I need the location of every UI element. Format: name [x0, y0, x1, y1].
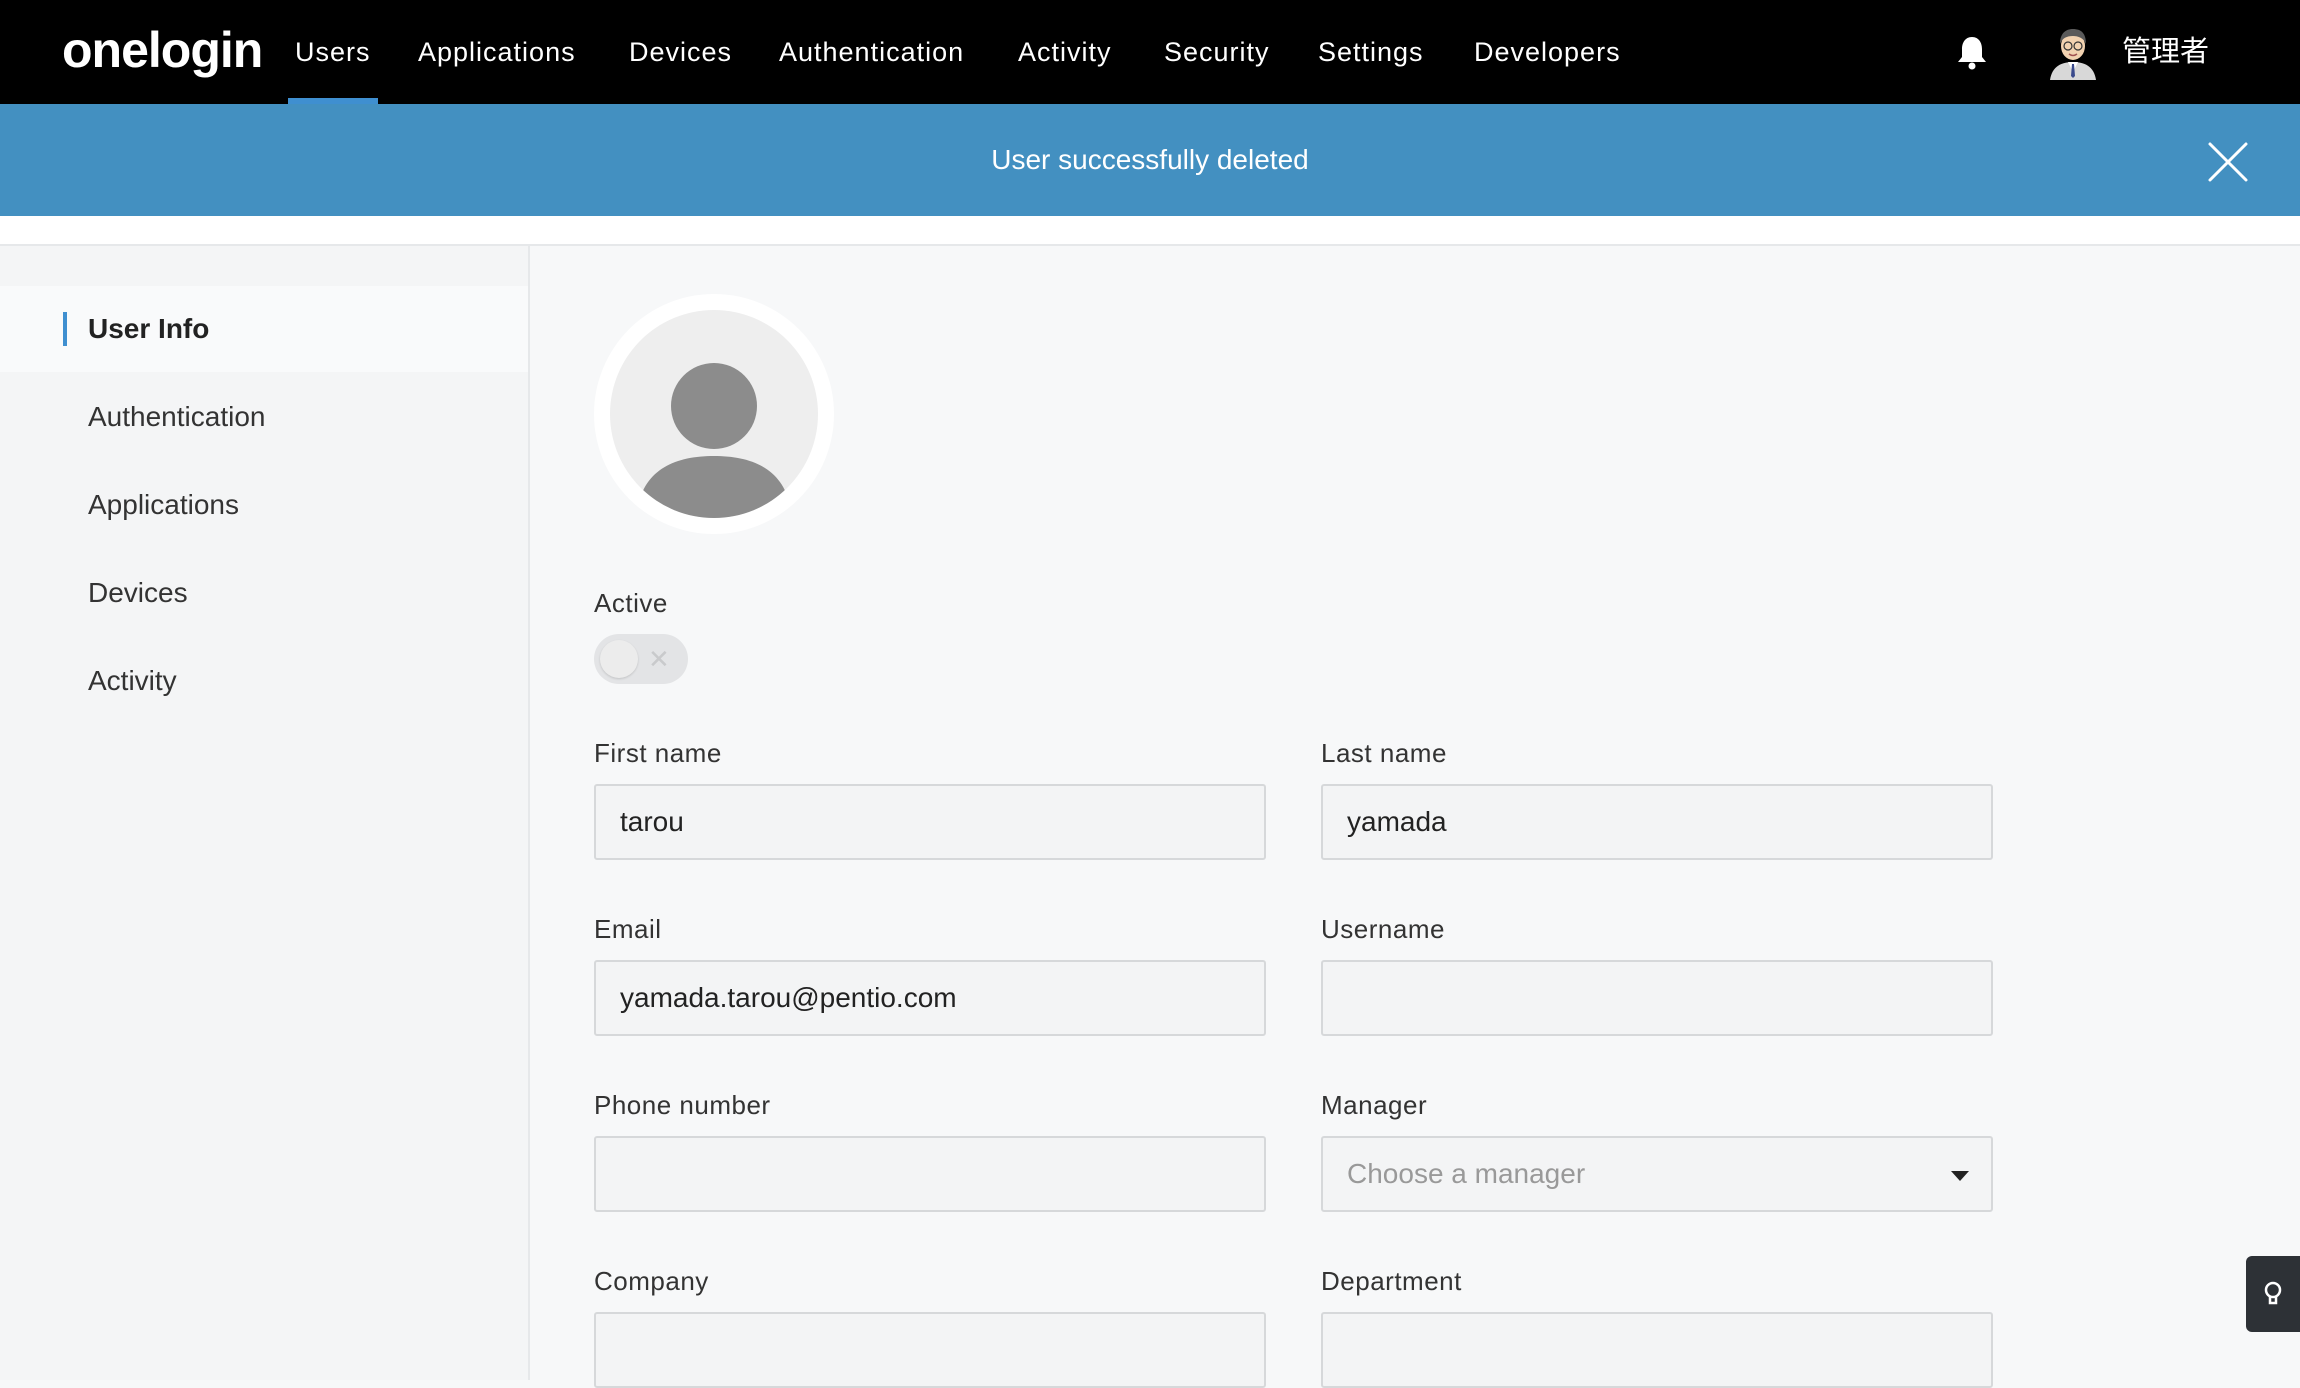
company-field[interactable] [594, 1312, 1266, 1388]
phone-label: Phone number [594, 1090, 771, 1120]
first-name-label: First name [594, 738, 722, 768]
header-strip [0, 216, 2300, 246]
last-name-field[interactable]: yamada [1321, 784, 1993, 860]
lightbulb-icon [2264, 1281, 2282, 1305]
email-label: Email [594, 914, 662, 944]
sidebar: User Info Authentication Applications De… [0, 246, 530, 1380]
department-field[interactable] [1321, 1312, 1993, 1388]
manager-select[interactable]: Choose a manager [1321, 1136, 1993, 1212]
toggle-off-icon: ✕ [648, 644, 670, 674]
notification-banner: User successfully deleted [0, 104, 2300, 216]
manager-placeholder: Choose a manager [1347, 1158, 1586, 1189]
profile-photo[interactable] [594, 294, 834, 534]
first-name-field[interactable]: tarou [594, 784, 1266, 860]
avatar-icon[interactable] [2044, 22, 2102, 80]
nav-developers[interactable]: Developers [1474, 0, 1621, 104]
user-name[interactable]: 管理者 [2122, 0, 2209, 104]
toggle-knob [600, 640, 638, 678]
nav-users[interactable]: Users [295, 0, 371, 104]
company-label: Company [594, 1266, 709, 1296]
sidebar-item-user-info[interactable]: User Info [0, 286, 528, 372]
nav-security[interactable]: Security [1164, 0, 1270, 104]
nav-activity[interactable]: Activity [1018, 0, 1112, 104]
manager-label: Manager [1321, 1090, 1428, 1120]
sidebar-item-activity[interactable]: Activity [0, 638, 528, 724]
last-name-label: Last name [1321, 738, 1447, 768]
email-field[interactable]: yamada.tarou@pentio.com [594, 960, 1266, 1036]
banner-message: User successfully deleted [991, 144, 1309, 175]
sidebar-item-authentication[interactable]: Authentication [0, 374, 528, 460]
help-hint-button[interactable] [2246, 1256, 2300, 1332]
active-toggle[interactable]: ✕ [594, 634, 688, 684]
top-navigation: onelogin Users Applications Devices Auth… [0, 0, 2300, 104]
username-field[interactable] [1321, 960, 1993, 1036]
nav-applications[interactable]: Applications [418, 0, 576, 104]
nav-devices[interactable]: Devices [629, 0, 732, 104]
sidebar-item-applications[interactable]: Applications [0, 462, 528, 548]
close-icon[interactable] [2206, 140, 2250, 184]
sidebar-item-devices[interactable]: Devices [0, 550, 528, 636]
nav-authentication[interactable]: Authentication [779, 0, 964, 104]
department-label: Department [1321, 1266, 1462, 1296]
bell-icon[interactable] [1955, 34, 1989, 70]
onelogin-logo[interactable]: onelogin [62, 20, 263, 80]
chevron-down-icon [1951, 1171, 1969, 1181]
phone-field[interactable] [594, 1136, 1266, 1212]
active-label: Active [594, 588, 668, 618]
username-label: Username [1321, 914, 1445, 944]
user-placeholder-icon [610, 310, 818, 518]
nav-settings[interactable]: Settings [1318, 0, 1424, 104]
